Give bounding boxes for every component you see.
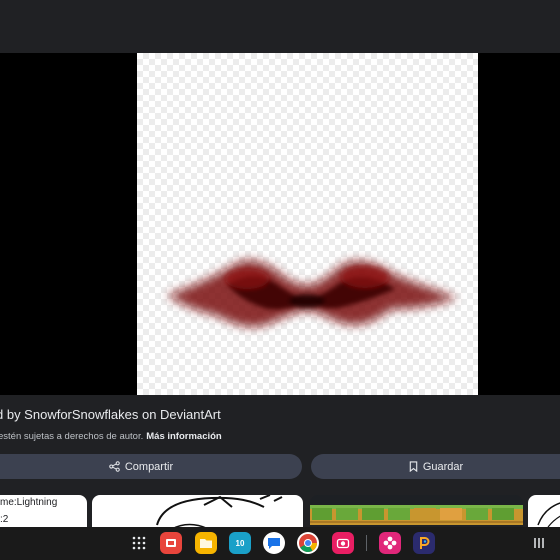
thumbnail-text: me:Lightning xyxy=(0,497,58,508)
taskbar-divider xyxy=(366,535,367,551)
top-bar xyxy=(0,0,560,53)
share-button[interactable]: Compartir xyxy=(0,454,302,479)
flower-app-icon[interactable] xyxy=(379,532,401,554)
camera-app-icon[interactable] xyxy=(332,532,354,554)
files-app-icon[interactable] xyxy=(195,532,217,554)
image-attribution: d by SnowforSnowflakes on DeviantArt xyxy=(0,407,221,422)
copyright-text: estén sujetas a derechos de autor. xyxy=(0,431,144,442)
apps-grid-icon[interactable] xyxy=(128,532,150,554)
image-viewer xyxy=(0,53,560,395)
more-info-link[interactable]: Más información xyxy=(146,431,222,442)
calendar-day: 10 xyxy=(235,538,245,548)
screen: d by SnowforSnowflakes on DeviantArt est… xyxy=(0,0,560,560)
bookmark-icon xyxy=(409,461,418,472)
recents-icon[interactable] xyxy=(528,532,550,554)
thumbnail-text: :2 xyxy=(0,514,9,525)
slides-app-icon[interactable] xyxy=(160,532,182,554)
save-label: Guardar xyxy=(422,460,464,473)
share-label: Compartir xyxy=(124,460,174,473)
calendar-app-icon[interactable]: 10 xyxy=(229,532,251,554)
messages-app-icon[interactable] xyxy=(263,532,285,554)
red-smoke-wings-image xyxy=(167,260,457,327)
taskbar: 10 xyxy=(0,527,560,560)
chrome-app-icon[interactable] xyxy=(297,532,319,554)
preview-image[interactable] xyxy=(137,53,478,395)
share-icon xyxy=(109,461,120,472)
copyright-notice: estén sujetas a derechos de autor. Más in… xyxy=(0,431,222,442)
picsart-app-icon[interactable] xyxy=(413,532,435,554)
save-button[interactable]: Guardar xyxy=(311,454,560,479)
